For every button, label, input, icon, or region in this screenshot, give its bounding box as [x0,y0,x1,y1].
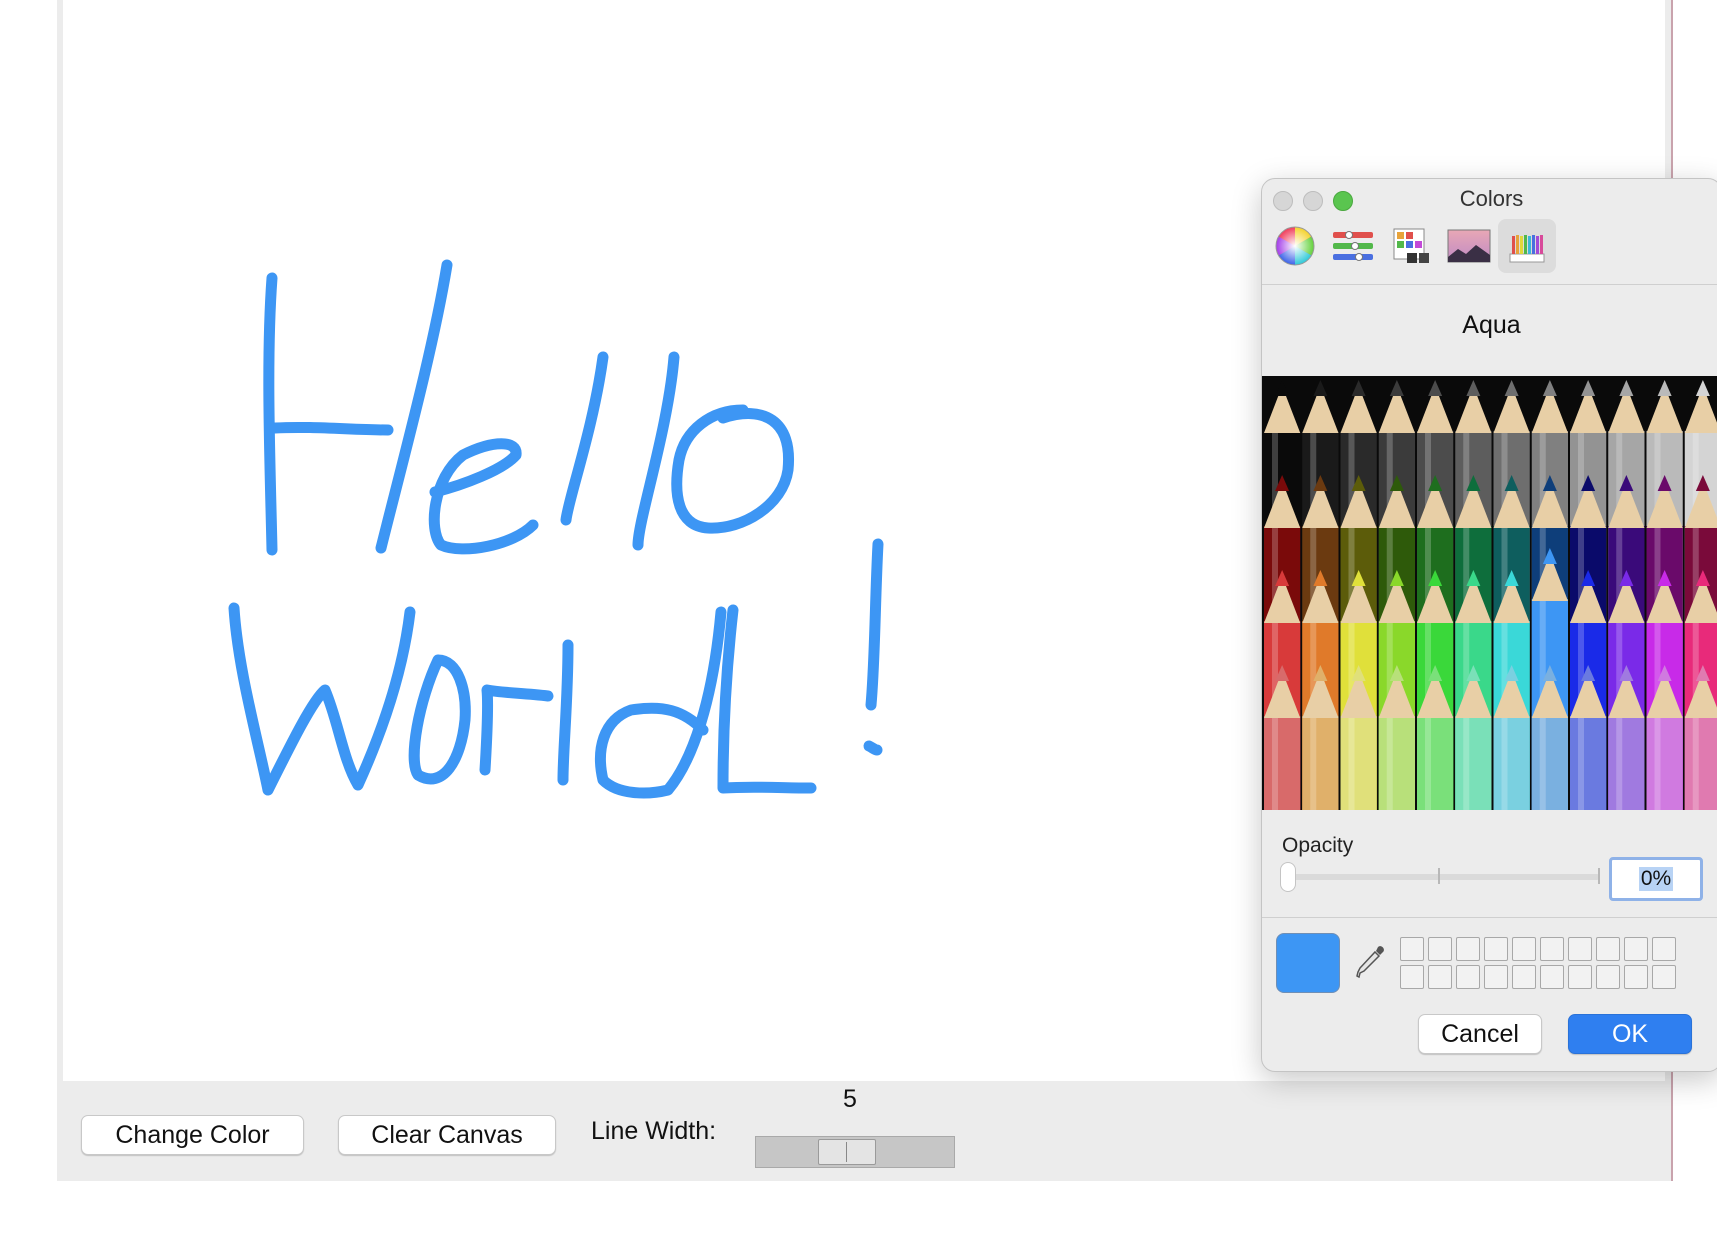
app-window: Change Color Clear Canvas Line Width: 5 … [57,0,1717,1181]
custom-swatch[interactable] [1456,937,1480,961]
pencil-palette[interactable] [1262,376,1717,810]
custom-swatch[interactable] [1456,965,1480,989]
opacity-label: Opacity [1282,834,1354,857]
line-width-label: Line Width: [591,1117,717,1145]
change-color-button[interactable]: Change Color [81,1115,304,1155]
custom-swatch[interactable] [1400,965,1424,989]
line-width-slider-thumb[interactable] [818,1139,876,1165]
custom-swatch[interactable] [1624,937,1648,961]
custom-swatch[interactable] [1540,965,1564,989]
custom-swatch[interactable] [1428,965,1452,989]
image-palettes-mode-button[interactable] [1440,219,1498,273]
color-sliders-mode-button[interactable] [1324,219,1382,273]
custom-swatch[interactable] [1512,937,1536,961]
custom-swatch-grid [1400,937,1676,989]
custom-swatch[interactable] [1596,965,1620,989]
custom-swatch[interactable] [1428,937,1452,961]
eyedropper-icon [1356,946,1384,979]
cancel-button[interactable]: Cancel [1418,1014,1542,1054]
pencils-icon [1509,235,1545,263]
opacity-tick [1598,868,1600,884]
custom-swatch[interactable] [1540,937,1564,961]
opacity-tick [1438,868,1440,884]
ok-button[interactable]: OK [1568,1014,1692,1054]
pencils-mode-button[interactable] [1498,219,1556,273]
panel-title: Colors [1459,186,1524,211]
current-color-swatch[interactable] [1276,933,1340,993]
color-wheel-icon [1275,226,1315,266]
custom-swatch[interactable] [1652,965,1676,989]
bottom-toolbar: Change Color Clear Canvas Line Width: 5 [63,1081,1665,1181]
eyedropper-button[interactable] [1354,943,1388,988]
panel-separator [1262,917,1717,918]
color-wheel-mode-button[interactable] [1266,219,1324,273]
custom-swatch[interactable] [1512,965,1536,989]
palettes-icon [1393,228,1429,263]
line-width-slider[interactable] [755,1136,955,1168]
color-palettes-mode-button[interactable] [1382,219,1440,273]
custom-swatch[interactable] [1652,937,1676,961]
custom-swatch[interactable] [1400,937,1424,961]
selected-color-name: Aqua [1462,311,1521,339]
panel-separator [1262,284,1717,285]
custom-swatch[interactable] [1568,965,1592,989]
opacity-input[interactable]: 0% [1609,857,1703,901]
image-palettes-icon [1447,229,1491,263]
opacity-slider[interactable] [1280,862,1600,892]
sliders-icon [1333,231,1373,261]
custom-swatch[interactable] [1596,937,1620,961]
opacity-slider-knob[interactable] [1280,862,1296,892]
custom-swatch[interactable] [1624,965,1648,989]
opacity-value: 0% [1638,867,1674,891]
custom-swatch[interactable] [1568,937,1592,961]
colors-panel: Colors Aqua Opacity 0% Cancel OK [1261,178,1717,1072]
line-width-value: 5 [843,1085,857,1113]
custom-swatch[interactable] [1484,937,1508,961]
custom-swatch[interactable] [1484,965,1508,989]
pencil-grid[interactable] [1262,376,1717,810]
clear-canvas-button[interactable]: Clear Canvas [338,1115,556,1155]
